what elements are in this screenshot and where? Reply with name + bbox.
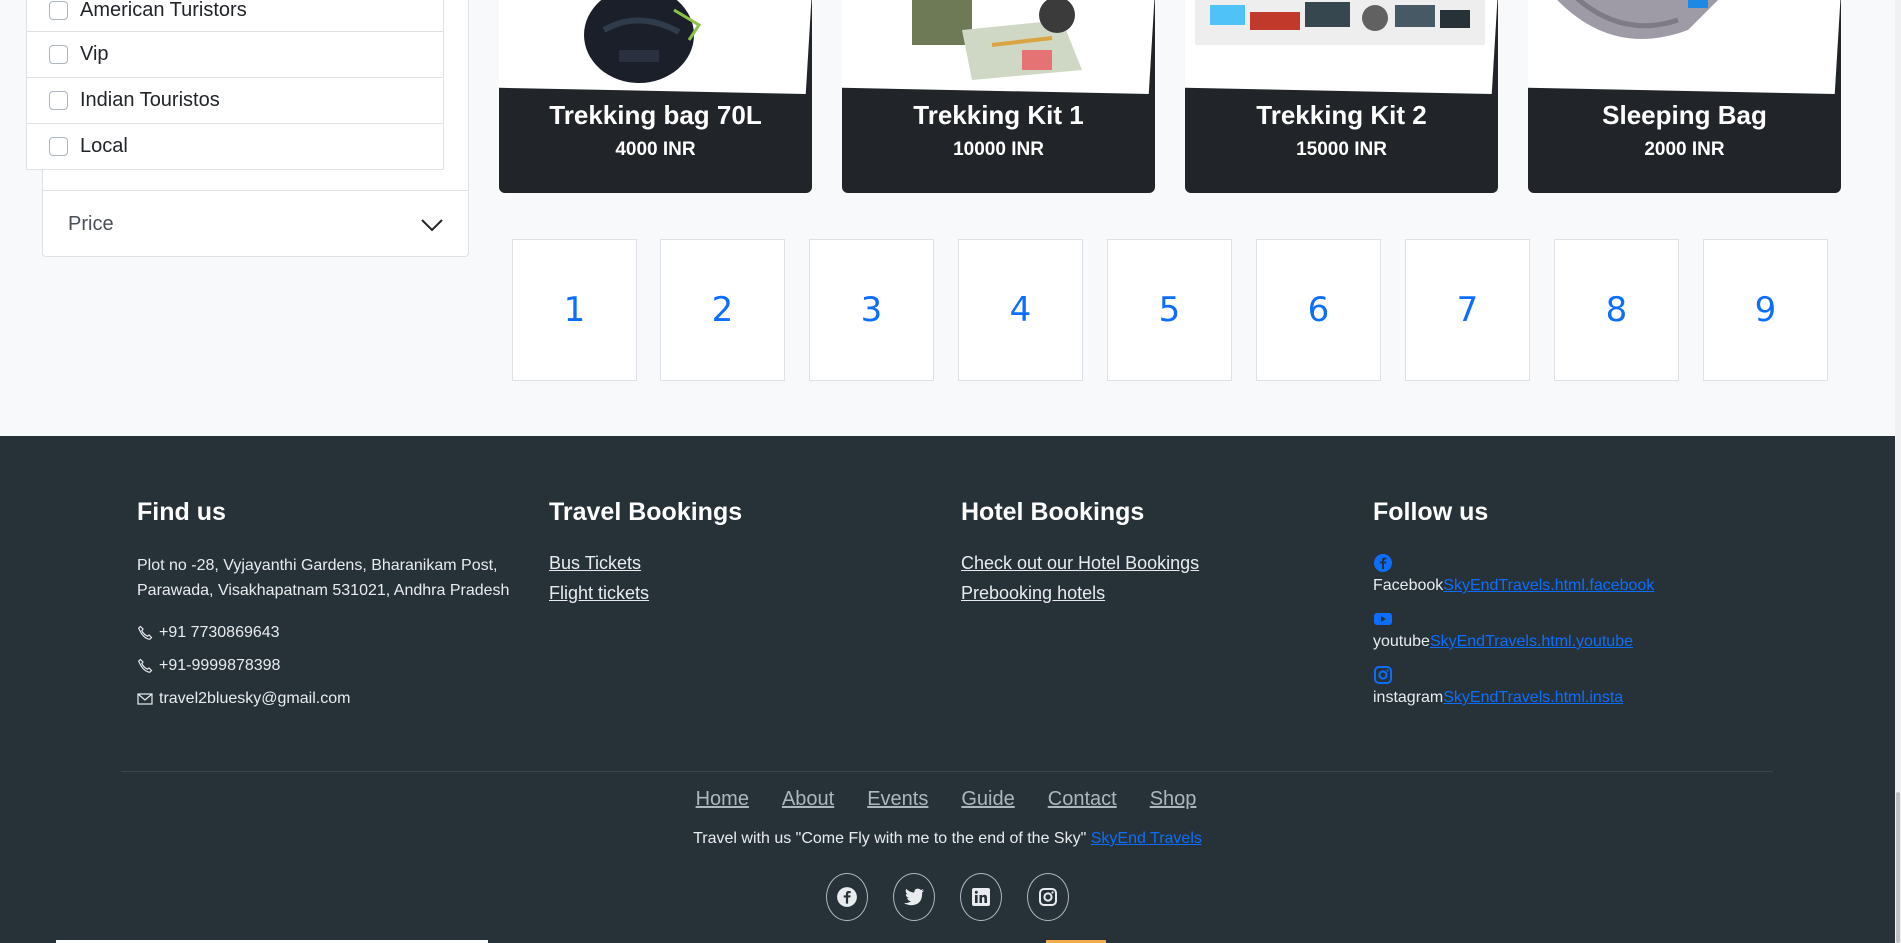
nav-contact[interactable]: Contact <box>1048 788 1120 811</box>
facebook-link[interactable]: SkyEndTravels.html.facebook <box>1443 577 1654 594</box>
email: travel2bluesky@gmail.com <box>137 690 517 708</box>
brand-label: Indian Touristos <box>80 89 220 111</box>
brand-filter-item[interactable]: American Turistors <box>26 0 444 34</box>
bus-tickets-link[interactable]: Bus Tickets <box>549 553 742 574</box>
instagram-label: instagram <box>1373 689 1444 706</box>
phone-icon <box>137 658 153 673</box>
product-image <box>1528 0 1841 94</box>
site-footer: Find us Plot no -28, Vyjayanthi Gardens,… <box>0 436 1895 943</box>
tagline: Travel with us "Come Fly with me to the … <box>0 830 1895 848</box>
youtube-icon <box>1374 613 1392 625</box>
instagram-circle-button[interactable] <box>1027 873 1069 921</box>
nav-about[interactable]: About <box>782 788 837 811</box>
page-scrollbar[interactable] <box>1895 0 1901 943</box>
brand-filter-item[interactable]: Indian Touristos <box>26 77 444 124</box>
find-us-heading: Find us <box>137 498 226 526</box>
page-link-2[interactable]: 2 <box>660 239 785 381</box>
phone-1-text: +91 7730869643 <box>159 624 280 641</box>
nav-guide[interactable]: Guide <box>961 788 1017 811</box>
linkedin-icon <box>972 888 990 906</box>
product-name: Trekking bag 70L <box>549 100 762 130</box>
product-image <box>1185 0 1498 94</box>
product-card[interactable]: Sleeping Bag 2000 INR <box>1528 0 1841 193</box>
instagram-icon <box>1374 666 1392 684</box>
page-link-8[interactable]: 8 <box>1554 239 1679 381</box>
instagram-link[interactable]: SkyEndTravels.html.insta <box>1443 689 1623 706</box>
travel-bookings-column: Travel Bookings Bus Tickets Flight ticke… <box>549 498 742 613</box>
chevron-down-icon <box>421 218 443 231</box>
product-card[interactable]: Trekking Kit 1 10000 INR <box>842 0 1155 193</box>
youtube-label: youtube <box>1373 633 1430 650</box>
twitter-icon <box>904 888 924 906</box>
prebooking-hotels-link[interactable]: Prebooking hotels <box>961 583 1199 604</box>
follow-us-column: Follow us FacebookSkyEndTravels.html.fac… <box>1373 498 1654 707</box>
facebook-icon <box>837 887 857 907</box>
brand-filter-item[interactable]: Local <box>26 123 444 170</box>
product-price: 15000 INR <box>1296 139 1387 160</box>
product-price: 4000 INR <box>615 139 696 160</box>
facebook-icon <box>1374 554 1392 572</box>
page-link-7[interactable]: 7 <box>1405 239 1530 381</box>
brand-label: Vip <box>80 43 109 65</box>
nav-shop[interactable]: Shop <box>1150 788 1200 811</box>
product-card[interactable]: Trekking bag 70L 4000 INR <box>499 0 812 193</box>
travel-bookings-heading: Travel Bookings <box>549 498 743 526</box>
tagline-link[interactable]: SkyEnd Travels <box>1091 830 1202 847</box>
follow-us-heading: Follow us <box>1373 498 1489 526</box>
envelope-icon <box>137 693 153 705</box>
brand-label: American Turistors <box>80 0 247 21</box>
phone-2: +91-9999878398 <box>137 657 517 675</box>
product-price: 2000 INR <box>1644 139 1725 160</box>
email-text: travel2bluesky@gmail.com <box>159 690 351 707</box>
price-filter-toggle[interactable]: Price <box>42 190 469 258</box>
linkedin-circle-button[interactable] <box>960 873 1002 921</box>
facebook-circle-button[interactable] <box>826 873 868 921</box>
product-image <box>842 0 1155 94</box>
hotel-bookings-link[interactable]: Check out our Hotel Bookings <box>961 553 1199 574</box>
page-link-3[interactable]: 3 <box>809 239 934 381</box>
instagram-icon <box>1039 888 1057 906</box>
youtube-line: youtubeSkyEndTravels.html.youtube <box>1373 633 1654 651</box>
brand-checkbox[interactable] <box>49 91 68 110</box>
nav-home[interactable]: Home <box>696 788 752 811</box>
facebook-line: FacebookSkyEndTravels.html.facebook <box>1373 577 1654 595</box>
instagram-line: instagramSkyEndTravels.html.insta <box>1373 689 1654 707</box>
brand-filter-item[interactable]: Vip <box>26 31 444 78</box>
page-link-5[interactable]: 5 <box>1107 239 1232 381</box>
flight-tickets-link[interactable]: Flight tickets <box>549 583 742 604</box>
tagline-text: Travel with us "Come Fly with me to the … <box>693 830 1087 847</box>
product-price: 10000 INR <box>953 139 1044 160</box>
find-us-column: Find us Plot no -28, Vyjayanthi Gardens,… <box>137 498 517 708</box>
page-link-6[interactable]: 6 <box>1256 239 1381 381</box>
page-link-4[interactable]: 4 <box>958 239 1083 381</box>
product-image <box>499 0 812 94</box>
brand-checkbox[interactable] <box>49 45 68 64</box>
page-link-9[interactable]: 9 <box>1703 239 1828 381</box>
youtube-link[interactable]: SkyEndTravels.html.youtube <box>1430 633 1633 650</box>
hotel-bookings-heading: Hotel Bookings <box>961 498 1145 526</box>
product-card[interactable]: Trekking Kit 2 15000 INR <box>1185 0 1498 193</box>
brand-checkbox[interactable] <box>49 137 68 156</box>
footer-divider <box>121 771 1773 772</box>
scrollbar-thumb[interactable] <box>1896 792 1900 943</box>
phone-2-text: +91-9999878398 <box>159 657 281 674</box>
footer-nav: Home About Events Guide Contact Shop <box>0 788 1895 811</box>
content-area: American Turistors Vip Indian Touristos … <box>0 0 1901 436</box>
price-filter-label: Price <box>68 213 114 235</box>
twitter-circle-button[interactable] <box>893 873 935 921</box>
product-name: Trekking Kit 2 <box>1256 100 1427 130</box>
brand-checkbox[interactable] <box>49 0 68 20</box>
nav-events[interactable]: Events <box>867 788 931 811</box>
social-icon-row <box>0 873 1895 921</box>
product-name: Sleeping Bag <box>1602 100 1767 130</box>
product-name: Trekking Kit 1 <box>913 100 1084 130</box>
page-link-1[interactable]: 1 <box>512 239 637 381</box>
facebook-label: Facebook <box>1373 577 1444 594</box>
address-text: Plot no -28, Vyjayanthi Gardens, Bharani… <box>137 557 510 599</box>
phone-icon <box>137 625 153 640</box>
phone-1: +91 7730869643 <box>137 624 517 642</box>
brand-label: Local <box>80 135 128 157</box>
hotel-bookings-column: Hotel Bookings Check out our Hotel Booki… <box>961 498 1199 613</box>
